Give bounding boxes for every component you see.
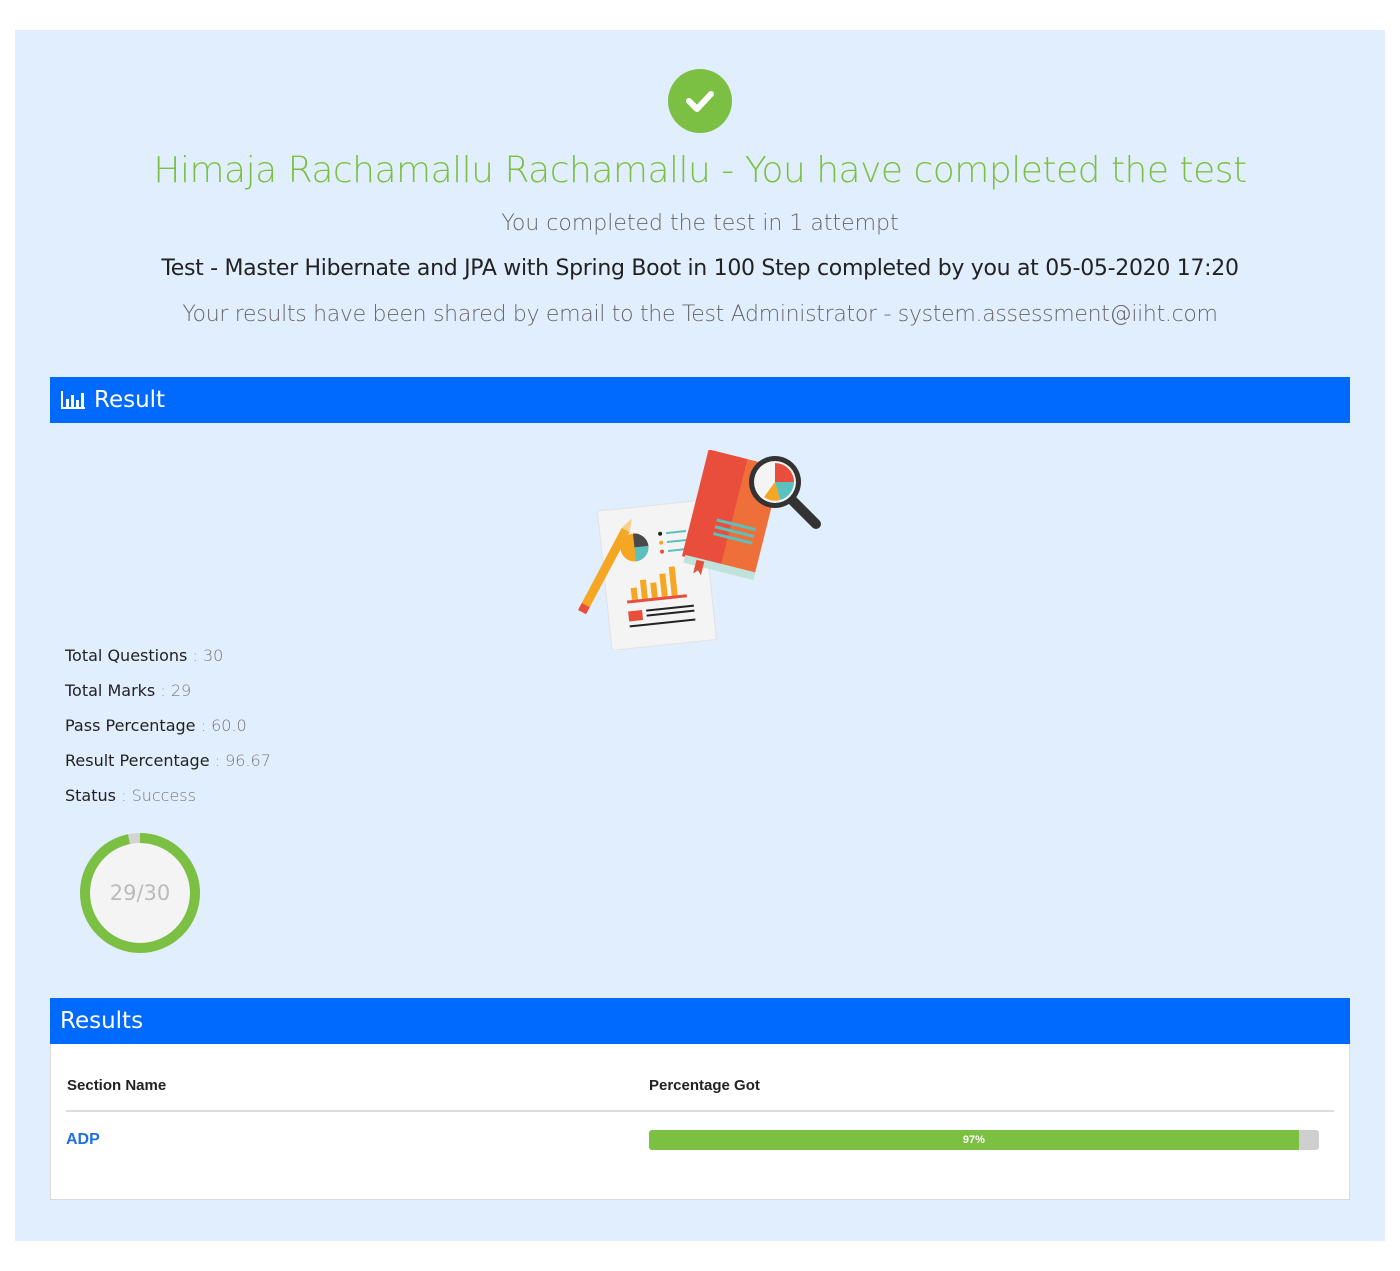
results-section-header: Results <box>50 998 1350 1044</box>
stat-pass-percentage: Pass Percentage : 60.0 <box>65 716 247 735</box>
percentage-progress-fill: 97% <box>649 1130 1299 1150</box>
attempts-text: You completed the test in 1 attempt <box>501 211 899 236</box>
report-illustration <box>570 449 830 651</box>
stat-status: Status : Success <box>65 786 196 805</box>
check-circle-icon <box>668 69 732 133</box>
results-table: Section Name Percentage Got ADP 97% <box>50 1044 1350 1200</box>
result-stats: Total Questions : 30 Total Marks : 29 Pa… <box>65 644 271 819</box>
column-header-percentage-got: Percentage Got <box>649 1077 760 1094</box>
score-ring-label: 29/30 <box>109 881 171 905</box>
stat-total-questions: Total Questions : 30 <box>65 646 224 665</box>
stat-result-percentage: Result Percentage : 96.67 <box>65 751 271 770</box>
result-section-title: Result <box>94 387 166 413</box>
header-divider <box>66 1110 1334 1112</box>
bar-chart-icon <box>60 390 86 410</box>
results-section-title: Results <box>60 1008 144 1034</box>
test-completed-text: Test - Master Hibernate and JPA with Spr… <box>161 256 1239 281</box>
column-header-section-name: Section Name <box>67 1077 167 1094</box>
stat-total-marks: Total Marks : 29 <box>65 681 192 700</box>
section-link-adp[interactable]: ADP <box>66 1131 100 1149</box>
completion-headline: Himaja Rachamallu Rachamallu - You have … <box>153 150 1247 191</box>
result-section-header: Result <box>50 377 1350 423</box>
percentage-progress-bar: 97% <box>649 1130 1319 1150</box>
results-shared-text: Your results have been shared by email t… <box>182 302 1218 327</box>
